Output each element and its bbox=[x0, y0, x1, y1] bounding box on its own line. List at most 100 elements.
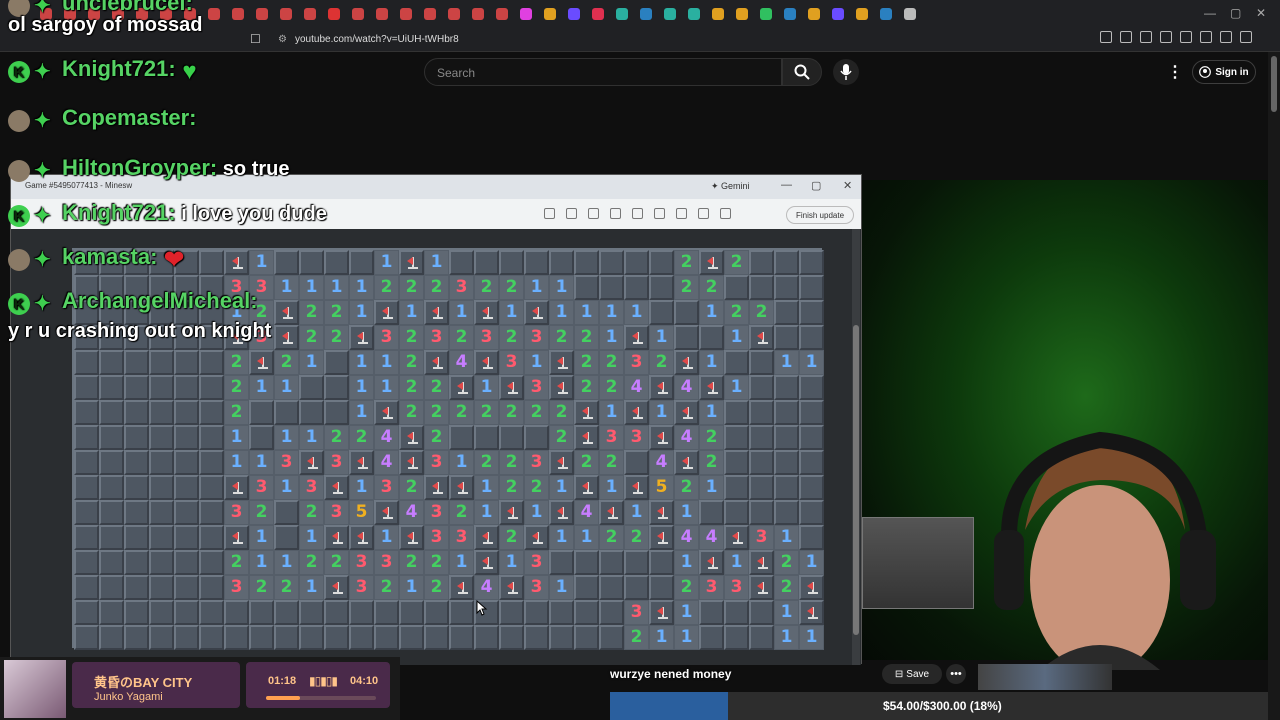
minesweeper-cell-number[interactable]: 2 bbox=[499, 525, 524, 550]
minesweeper-cell-number[interactable]: 3 bbox=[324, 450, 349, 475]
more-options-icon[interactable]: ⋮ bbox=[1167, 62, 1183, 82]
minesweeper-cell[interactable] bbox=[549, 600, 574, 625]
minesweeper-cell-flagged[interactable] bbox=[699, 550, 724, 575]
minesweeper-cell-number[interactable]: 1 bbox=[624, 500, 649, 525]
minesweeper-cell-flagged[interactable] bbox=[624, 325, 649, 350]
minesweeper-cell[interactable] bbox=[99, 500, 124, 525]
extension-icon[interactable] bbox=[698, 208, 709, 219]
minesweeper-cell[interactable] bbox=[749, 450, 774, 475]
minesweeper-cell-flagged[interactable] bbox=[299, 450, 324, 475]
minesweeper-cell-flagged[interactable] bbox=[349, 450, 374, 475]
minesweeper-cell-number[interactable]: 2 bbox=[274, 575, 299, 600]
minesweeper-cell-number[interactable]: 4 bbox=[374, 425, 399, 450]
minesweeper-cell[interactable] bbox=[499, 250, 524, 275]
minesweeper-cell-flagged[interactable] bbox=[549, 450, 574, 475]
minesweeper-cell-number[interactable]: 3 bbox=[449, 525, 474, 550]
minesweeper-cell[interactable] bbox=[199, 525, 224, 550]
minesweeper-cell-number[interactable]: 2 bbox=[524, 475, 549, 500]
minesweeper-cell[interactable] bbox=[174, 550, 199, 575]
minesweeper-cell-number[interactable]: 1 bbox=[674, 550, 699, 575]
tab-favicon[interactable] bbox=[544, 8, 556, 20]
minesweeper-cell[interactable] bbox=[799, 325, 824, 350]
minesweeper-cell-flagged[interactable] bbox=[399, 250, 424, 275]
minesweeper-cell-number[interactable]: 1 bbox=[724, 550, 749, 575]
tab-favicon[interactable] bbox=[856, 8, 868, 20]
minesweeper-cell-number[interactable]: 2 bbox=[399, 325, 424, 350]
minesweeper-cell[interactable] bbox=[774, 400, 799, 425]
minesweeper-cell-number[interactable]: 1 bbox=[599, 325, 624, 350]
minesweeper-cell[interactable] bbox=[299, 375, 324, 400]
minesweeper-cell-number[interactable]: 1 bbox=[524, 350, 549, 375]
minesweeper-cell[interactable] bbox=[724, 350, 749, 375]
minesweeper-cell-number[interactable]: 4 bbox=[674, 425, 699, 450]
minesweeper-cell-number[interactable]: 2 bbox=[324, 550, 349, 575]
minesweeper-cell-number[interactable]: 1 bbox=[474, 475, 499, 500]
minesweeper-cell-number[interactable]: 1 bbox=[799, 550, 824, 575]
tab-favicon[interactable] bbox=[688, 8, 700, 20]
tab-favicon[interactable] bbox=[616, 8, 628, 20]
minesweeper-cell-flagged[interactable] bbox=[449, 575, 474, 600]
minesweeper-cell[interactable] bbox=[349, 600, 374, 625]
minesweeper-cell-number[interactable]: 2 bbox=[574, 375, 599, 400]
minesweeper-cell[interactable] bbox=[324, 250, 349, 275]
voice-search-button[interactable] bbox=[833, 59, 859, 85]
minesweeper-cell-number[interactable]: 2 bbox=[299, 550, 324, 575]
minesweeper-cell[interactable] bbox=[74, 375, 99, 400]
minesweeper-cell[interactable] bbox=[174, 575, 199, 600]
minesweeper-cell[interactable] bbox=[149, 350, 174, 375]
search-button[interactable] bbox=[782, 58, 822, 86]
minesweeper-cell-number[interactable]: 2 bbox=[499, 275, 524, 300]
minesweeper-cell[interactable] bbox=[249, 425, 274, 450]
minesweeper-cell-number[interactable]: 4 bbox=[374, 450, 399, 475]
minesweeper-cell[interactable] bbox=[649, 550, 674, 575]
minesweeper-cell[interactable] bbox=[649, 250, 674, 275]
minesweeper-cell-number[interactable]: 1 bbox=[449, 550, 474, 575]
minesweeper-cell-number[interactable]: 1 bbox=[524, 500, 549, 525]
minesweeper-cell-number[interactable]: 1 bbox=[349, 375, 374, 400]
minesweeper-cell[interactable] bbox=[449, 600, 474, 625]
extension-icon[interactable] bbox=[1220, 31, 1232, 43]
minesweeper-cell[interactable] bbox=[124, 575, 149, 600]
minesweeper-cell-flagged[interactable] bbox=[374, 500, 399, 525]
minesweeper-cell[interactable] bbox=[424, 625, 449, 650]
minesweeper-cell[interactable] bbox=[474, 425, 499, 450]
minesweeper-cell-number[interactable]: 2 bbox=[399, 475, 424, 500]
minesweeper-cell-number[interactable]: 2 bbox=[424, 400, 449, 425]
minesweeper-cell[interactable] bbox=[324, 350, 349, 375]
minesweeper-cell-number[interactable]: 1 bbox=[249, 450, 274, 475]
profile-icon[interactable] bbox=[720, 208, 731, 219]
minesweeper-cell-flagged[interactable] bbox=[574, 475, 599, 500]
minesweeper-cell-number[interactable]: 1 bbox=[274, 425, 299, 450]
minesweeper-cell-number[interactable]: 2 bbox=[424, 425, 449, 450]
minesweeper-cell[interactable] bbox=[724, 600, 749, 625]
extension-icon[interactable] bbox=[1160, 31, 1172, 43]
minesweeper-cell[interactable] bbox=[124, 375, 149, 400]
minesweeper-cell[interactable] bbox=[149, 525, 174, 550]
minesweeper-cell[interactable] bbox=[749, 475, 774, 500]
minesweeper-cell[interactable] bbox=[124, 350, 149, 375]
tab-favicon[interactable] bbox=[352, 8, 364, 20]
minesweeper-cell-flagged[interactable] bbox=[674, 450, 699, 475]
minesweeper-cell-number[interactable]: 1 bbox=[674, 625, 699, 650]
minesweeper-cell-number[interactable]: 1 bbox=[774, 625, 799, 650]
minesweeper-cell-flagged[interactable] bbox=[649, 500, 674, 525]
minesweeper-cell[interactable] bbox=[799, 450, 824, 475]
minesweeper-cell-flagged[interactable] bbox=[724, 525, 749, 550]
tab-favicon[interactable] bbox=[760, 8, 772, 20]
minesweeper-cell-flagged[interactable] bbox=[574, 425, 599, 450]
star-icon[interactable] bbox=[588, 208, 599, 219]
minesweeper-cell-number[interactable]: 1 bbox=[374, 375, 399, 400]
install-icon[interactable] bbox=[566, 208, 577, 219]
minesweeper-cell-flagged[interactable] bbox=[324, 475, 349, 500]
minesweeper-cell[interactable] bbox=[74, 425, 99, 450]
page-scroll-thumb[interactable] bbox=[1271, 56, 1277, 112]
minesweeper-cell-number[interactable]: 3 bbox=[524, 550, 549, 575]
minesweeper-cell[interactable] bbox=[724, 275, 749, 300]
minesweeper-cell-number[interactable]: 1 bbox=[549, 275, 574, 300]
minesweeper-cell-number[interactable]: 1 bbox=[299, 425, 324, 450]
gemini-button[interactable]: ✦ Gemini bbox=[711, 181, 750, 192]
minesweeper-cell-number[interactable]: 1 bbox=[374, 350, 399, 375]
minesweeper-cell-number[interactable]: 1 bbox=[699, 400, 724, 425]
minesweeper-cell[interactable] bbox=[274, 625, 299, 650]
minesweeper-cell-number[interactable]: 1 bbox=[374, 525, 399, 550]
